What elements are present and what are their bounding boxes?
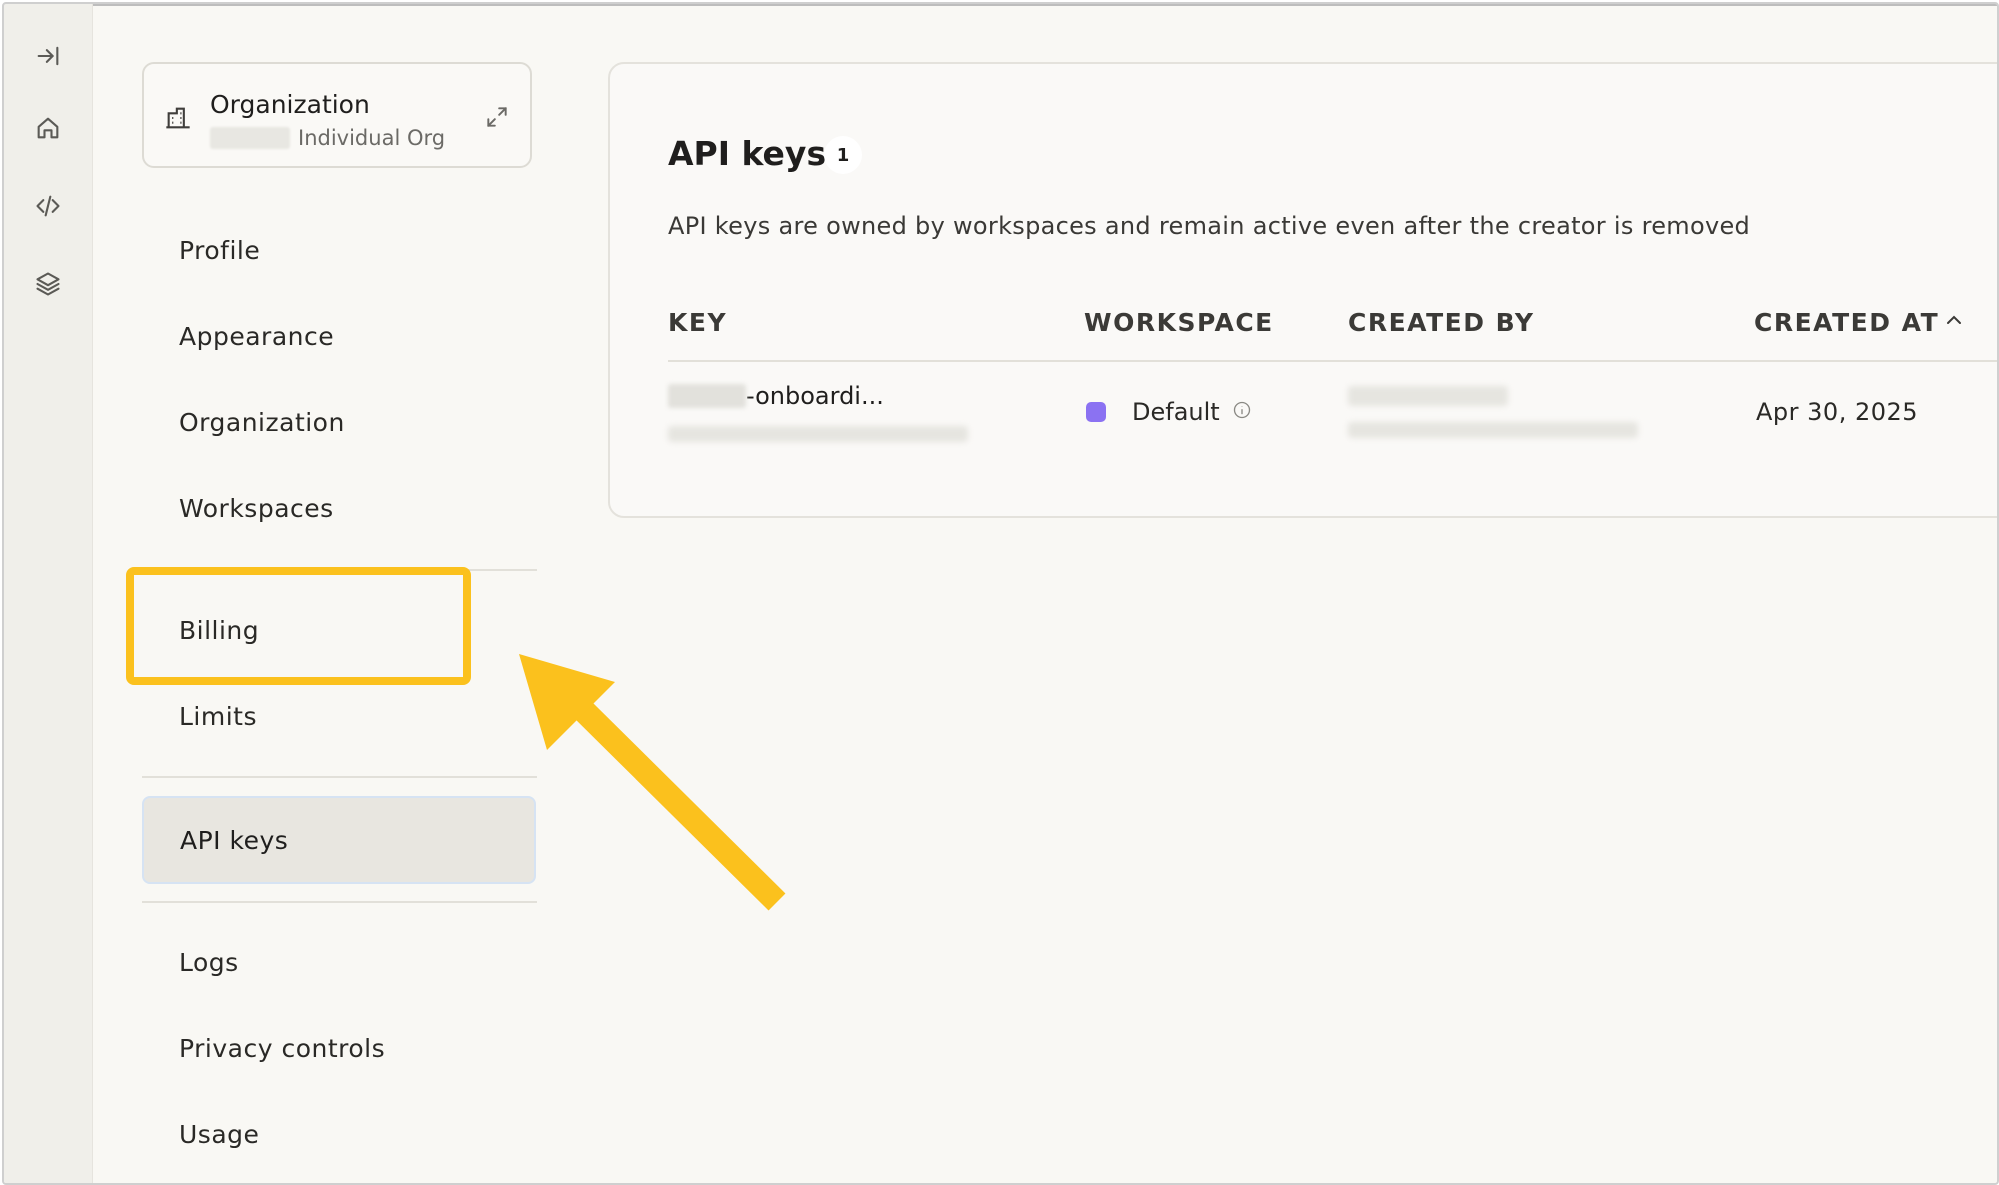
nav-profile[interactable]: Profile bbox=[179, 236, 260, 265]
nav-logs[interactable]: Logs bbox=[179, 948, 239, 977]
info-icon[interactable] bbox=[1232, 400, 1252, 420]
key-count-badge: 1 bbox=[824, 136, 862, 174]
workspace-color-dot bbox=[1086, 402, 1106, 422]
redacted-key-value bbox=[668, 426, 968, 442]
redacted-creator-email bbox=[1348, 422, 1638, 438]
app-window: Organization Individual Org Profile Appe… bbox=[2, 2, 1999, 1185]
nav-limits[interactable]: Limits bbox=[179, 702, 257, 731]
table-header-divider bbox=[668, 360, 1997, 362]
nav-privacy-controls[interactable]: Privacy controls bbox=[179, 1034, 385, 1063]
sort-ascending-icon[interactable] bbox=[1942, 308, 1966, 332]
key-name: -onboardi... bbox=[668, 382, 884, 410]
top-border bbox=[4, 4, 1997, 6]
api-keys-panel: API keys 1 API keys are owned by workspa… bbox=[608, 62, 1997, 518]
column-header-key[interactable]: KEY bbox=[668, 308, 727, 337]
nav-divider bbox=[142, 776, 537, 778]
icon-rail bbox=[4, 4, 93, 1183]
column-header-created-by[interactable]: CREATED BY bbox=[1348, 308, 1534, 337]
collapse-sidebar-icon[interactable] bbox=[32, 40, 64, 72]
column-header-workspace[interactable]: WORKSPACE bbox=[1084, 308, 1274, 337]
panel-description: API keys are owned by workspaces and rem… bbox=[668, 212, 1751, 240]
layers-icon[interactable] bbox=[32, 268, 64, 300]
created-at-date: Apr 30, 2025 bbox=[1756, 398, 1919, 426]
org-title: Organization bbox=[210, 90, 370, 119]
nav-organization[interactable]: Organization bbox=[179, 408, 345, 437]
billing-highlight-box bbox=[126, 567, 471, 685]
organization-switcher[interactable]: Organization Individual Org bbox=[142, 62, 532, 168]
org-subtitle: Individual Org bbox=[210, 126, 445, 150]
nav-divider bbox=[142, 901, 537, 903]
expand-icon[interactable] bbox=[484, 104, 510, 130]
home-icon[interactable] bbox=[32, 112, 64, 144]
nav-usage[interactable]: Usage bbox=[179, 1120, 259, 1149]
column-header-created-at[interactable]: CREATED AT bbox=[1754, 308, 1939, 337]
building-icon bbox=[164, 104, 192, 132]
nav-appearance[interactable]: Appearance bbox=[179, 322, 334, 351]
nav-api-keys[interactable]: API keys bbox=[142, 796, 536, 884]
nav-workspaces[interactable]: Workspaces bbox=[179, 494, 334, 523]
workspace-name: Default bbox=[1132, 398, 1220, 426]
code-icon[interactable] bbox=[32, 190, 64, 222]
redacted-org-name bbox=[210, 127, 290, 149]
page-title: API keys bbox=[668, 134, 827, 173]
org-type: Individual Org bbox=[298, 126, 446, 150]
key-name-text: -onboardi... bbox=[746, 382, 884, 410]
annotation-arrow bbox=[519, 654, 786, 911]
redacted-creator-name bbox=[1348, 386, 1508, 406]
nav-api-keys-label: API keys bbox=[180, 826, 289, 855]
redacted-key-prefix bbox=[668, 384, 746, 408]
